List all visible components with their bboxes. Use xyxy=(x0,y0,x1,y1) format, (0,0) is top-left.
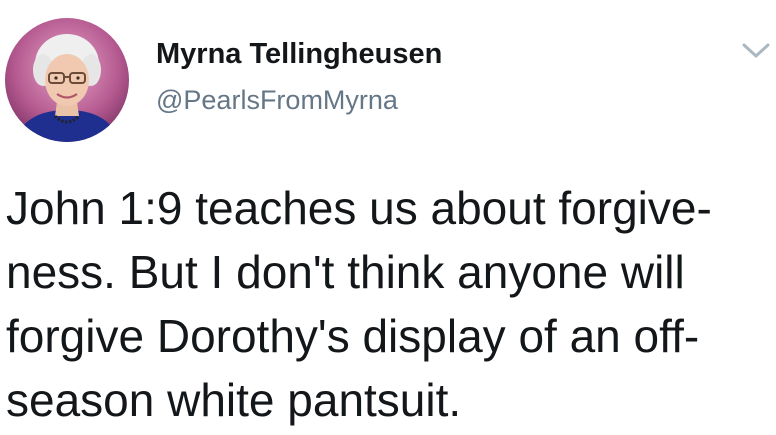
tweet-text-line: John 1:9 teaches us about forgive- xyxy=(6,182,712,234)
author-name[interactable]: Myrna Tellingheusen xyxy=(156,38,442,71)
avatar[interactable] xyxy=(5,18,129,142)
chevron-down-icon[interactable] xyxy=(738,36,774,66)
tweet-card: Myrna Tellingheusen @PearlsFromMyrna Joh… xyxy=(0,0,776,435)
author-handle[interactable]: @PearlsFromMyrna xyxy=(156,85,398,116)
tweet-text-line: forgive Dorothy's display of an off- xyxy=(6,310,700,362)
tweet-text-line: ness. But I don't think anyone will xyxy=(6,246,685,298)
tweet-text-line: season white pantsuit. xyxy=(6,374,462,426)
tweet-text: John 1:9 teaches us about forgive- ness.… xyxy=(6,176,771,432)
avatar-photo xyxy=(5,18,129,142)
